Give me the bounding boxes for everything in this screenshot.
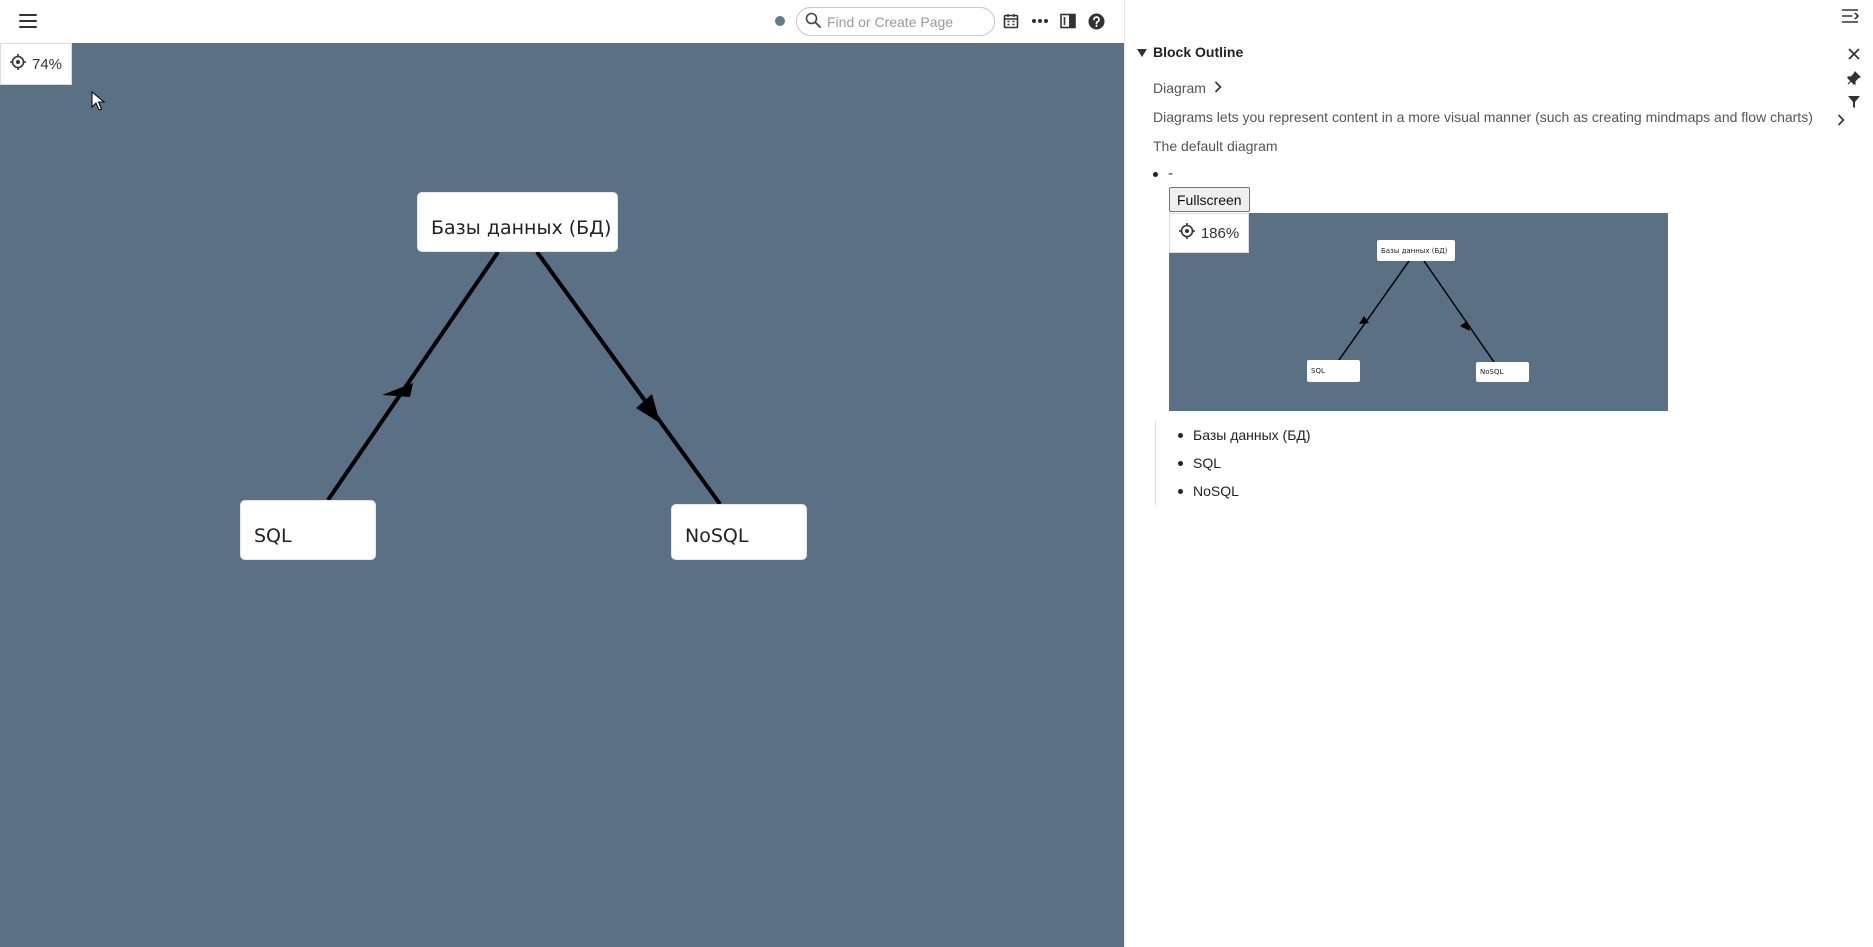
diagram-node-nosql[interactable]: NoSQL xyxy=(671,504,807,560)
page-description: Diagrams lets you represent content in a… xyxy=(1153,109,1813,125)
outline-item[interactable]: Базы данных (БД) xyxy=(1178,421,1311,449)
help-icon[interactable] xyxy=(1085,10,1107,32)
edge-root-to-nosql xyxy=(535,250,722,506)
sidebar-panel-icon[interactable] xyxy=(1057,10,1079,32)
preview-node-root: Базы данных (БД) xyxy=(1377,240,1455,261)
diagram-edges xyxy=(326,250,722,506)
bullet-dot xyxy=(1178,460,1183,466)
outline-item-label: Базы данных (БД) xyxy=(1193,427,1311,443)
outline-item[interactable]: NoSQL xyxy=(1178,477,1311,505)
fullscreen-button[interactable]: Fullscreen xyxy=(1169,187,1250,212)
diagram-canvas[interactable]: 74% Базы данных (БД) SQL NoSQL xyxy=(0,43,1124,947)
close-icon[interactable] xyxy=(1847,46,1861,60)
arrowhead-sql xyxy=(382,383,413,397)
search-placeholder: Find or Create Page xyxy=(827,13,954,30)
preview-arrowhead-nosql xyxy=(1460,321,1470,331)
hamburger-menu-icon[interactable] xyxy=(17,10,39,32)
crosshair-icon xyxy=(1178,223,1195,243)
bullet-text: - xyxy=(1168,166,1174,182)
arrowhead-nosql xyxy=(636,394,660,423)
filter-icon[interactable] xyxy=(1847,94,1861,108)
zoom-level: 74% xyxy=(31,55,63,73)
expand-chevron-icon[interactable] xyxy=(1837,111,1849,126)
right-sidebar: Block Outline Diagram Diagrams lets you … xyxy=(1124,0,1873,947)
edge-root-to-sql xyxy=(326,250,500,502)
list-item[interactable]: - xyxy=(1153,166,1173,182)
search-input[interactable]: Find or Create Page xyxy=(796,7,995,36)
more-options-icon[interactable] xyxy=(1029,10,1051,32)
diagram-node-root[interactable]: Базы данных (БД) xyxy=(417,192,618,252)
breadcrumb[interactable]: Diagram xyxy=(1153,80,1222,96)
breadcrumb-label: Diagram xyxy=(1153,80,1206,96)
bullet-dot xyxy=(1153,171,1158,177)
diagram-preview[interactable]: 186% Базы данных (БД) SQL NoSQL xyxy=(1169,213,1668,411)
preview-zoom-level: 186% xyxy=(1200,224,1240,242)
calendar-icon[interactable] xyxy=(1000,10,1022,32)
outline-toggle-icon[interactable] xyxy=(1841,8,1863,30)
chevron-right-icon xyxy=(1214,80,1222,96)
collapse-triangle-icon xyxy=(1137,44,1147,60)
outline-item-label: NoSQL xyxy=(1193,483,1239,499)
preview-node-sql: SQL xyxy=(1307,360,1360,382)
diagram-node-sql[interactable]: SQL xyxy=(240,500,376,560)
pin-icon[interactable] xyxy=(1847,70,1862,85)
outline-list: Базы данных (БД) SQL NoSQL xyxy=(1155,421,1311,505)
bullet-dot xyxy=(1178,488,1183,494)
zoom-reset-button[interactable]: 74% xyxy=(0,43,72,85)
crosshair-icon xyxy=(9,54,26,74)
sidebar-title: Block Outline xyxy=(1153,44,1244,60)
preview-zoom-button[interactable]: 186% xyxy=(1169,213,1249,253)
preview-node-nosql: NoSQL xyxy=(1476,362,1529,382)
default-diagram-label: The default diagram xyxy=(1153,138,1278,154)
search-icon xyxy=(805,12,821,32)
bullet-dot xyxy=(1178,432,1183,438)
sync-status-dot xyxy=(775,16,785,26)
outline-item[interactable]: SQL xyxy=(1178,449,1311,477)
mouse-cursor-icon xyxy=(91,91,105,111)
block-outline-header[interactable]: Block Outline xyxy=(1137,44,1243,60)
outline-item-label: SQL xyxy=(1193,455,1222,471)
top-bar: Find or Create Page xyxy=(0,0,1124,43)
